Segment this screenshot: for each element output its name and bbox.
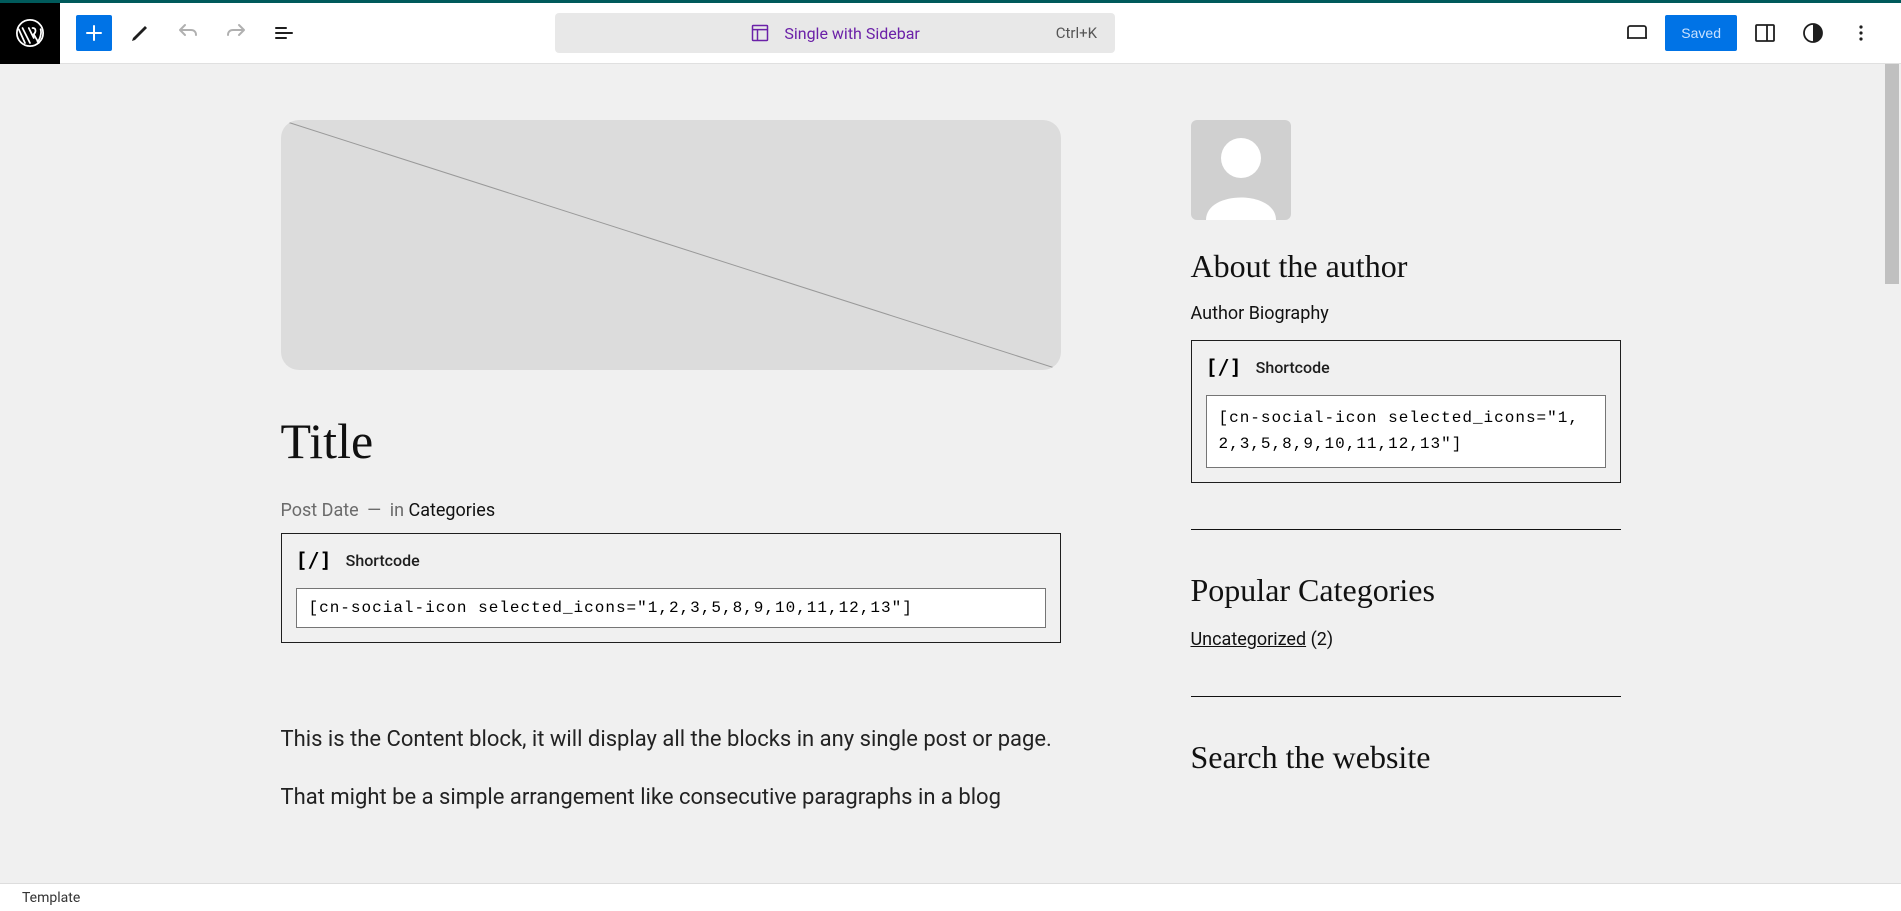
template-shortcut: Ctrl+K: [1056, 24, 1097, 42]
avatar-icon: [1191, 120, 1291, 220]
view-button[interactable]: [1617, 13, 1657, 53]
placeholder-diagonal-icon: [281, 120, 1061, 370]
shortcode-input[interactable]: [cn-social-icon selected_icons="1,2,3,5,…: [1206, 395, 1606, 468]
sidebar-column: About the author Author Biography [/] Sh…: [1191, 120, 1621, 815]
editor-canvas[interactable]: Title Post Date — in Categories [/] Shor…: [0, 64, 1901, 883]
shortcode-label: Shortcode: [1256, 358, 1330, 377]
wordpress-logo[interactable]: [0, 3, 60, 64]
author-avatar-placeholder[interactable]: [1191, 120, 1291, 220]
list-view-icon: [272, 21, 296, 45]
template-selector[interactable]: Single with Sidebar Ctrl+K: [555, 13, 1115, 53]
scrollbar-thumb[interactable]: [1885, 64, 1899, 284]
styles-button[interactable]: [1793, 13, 1833, 53]
undo-button[interactable]: [168, 13, 208, 53]
options-button[interactable]: [1841, 13, 1881, 53]
meta-dash: —: [367, 500, 381, 521]
post-meta: Post Date — in Categories: [281, 500, 1061, 521]
redo-icon: [224, 21, 248, 45]
author-biography[interactable]: Author Biography: [1191, 303, 1621, 324]
breadcrumb[interactable]: Template: [22, 890, 80, 906]
save-button[interactable]: Saved: [1665, 15, 1737, 51]
toolbar-left: [60, 13, 304, 53]
redo-button[interactable]: [216, 13, 256, 53]
search-heading[interactable]: Search the website: [1191, 739, 1621, 776]
category-count: (2): [1311, 629, 1334, 650]
pencil-icon: [128, 21, 152, 45]
content-paragraph: That might be a simple arrangement like …: [281, 781, 1061, 815]
undo-icon: [176, 21, 200, 45]
content-paragraph: This is the Content block, it will displ…: [281, 723, 1061, 757]
post-content[interactable]: This is the Content block, it will displ…: [281, 723, 1061, 815]
post-date[interactable]: Post Date: [281, 500, 359, 521]
plus-icon: [82, 21, 106, 45]
document-overview-button[interactable]: [264, 13, 304, 53]
desktop-icon: [1625, 21, 1649, 45]
template-name: Single with Sidebar: [784, 24, 920, 43]
wordpress-icon: [15, 18, 45, 48]
settings-sidebar-button[interactable]: [1745, 13, 1785, 53]
editor-footer: Template: [0, 883, 1901, 911]
toolbar-right: Saved: [1617, 13, 1901, 53]
shortcode-icon: [/]: [1206, 355, 1242, 379]
shortcode-block-main[interactable]: [/] Shortcode [cn-social-icon selected_i…: [281, 533, 1061, 643]
shortcode-block-sidebar[interactable]: [/] Shortcode [cn-social-icon selected_i…: [1191, 340, 1621, 483]
meta-in: in: [390, 500, 404, 521]
post-categories[interactable]: Categories: [408, 500, 495, 521]
shortcode-input[interactable]: [cn-social-icon selected_icons="1,2,3,5,…: [296, 588, 1046, 628]
contrast-icon: [1801, 21, 1825, 45]
main-column: Title Post Date — in Categories [/] Shor…: [281, 120, 1061, 815]
shortcode-icon: [/]: [296, 548, 332, 572]
about-author-heading[interactable]: About the author: [1191, 248, 1621, 285]
sidebar-divider: [1191, 696, 1621, 697]
block-inserter-button[interactable]: [76, 15, 112, 51]
popular-categories-heading[interactable]: Popular Categories: [1191, 572, 1621, 609]
sidebar-icon: [1753, 21, 1777, 45]
category-link[interactable]: Uncategorized: [1191, 629, 1307, 650]
tools-button[interactable]: [120, 13, 160, 53]
kebab-icon: [1849, 21, 1873, 45]
post-title[interactable]: Title: [281, 412, 1061, 470]
shortcode-label: Shortcode: [346, 551, 420, 570]
sidebar-divider: [1191, 529, 1621, 530]
editor-toolbar: Single with Sidebar Ctrl+K Saved: [0, 3, 1901, 64]
category-list: Uncategorized (2): [1191, 629, 1621, 650]
scrollbar[interactable]: [1883, 64, 1901, 883]
featured-image-placeholder[interactable]: [281, 120, 1061, 370]
layout-icon: [750, 23, 770, 43]
